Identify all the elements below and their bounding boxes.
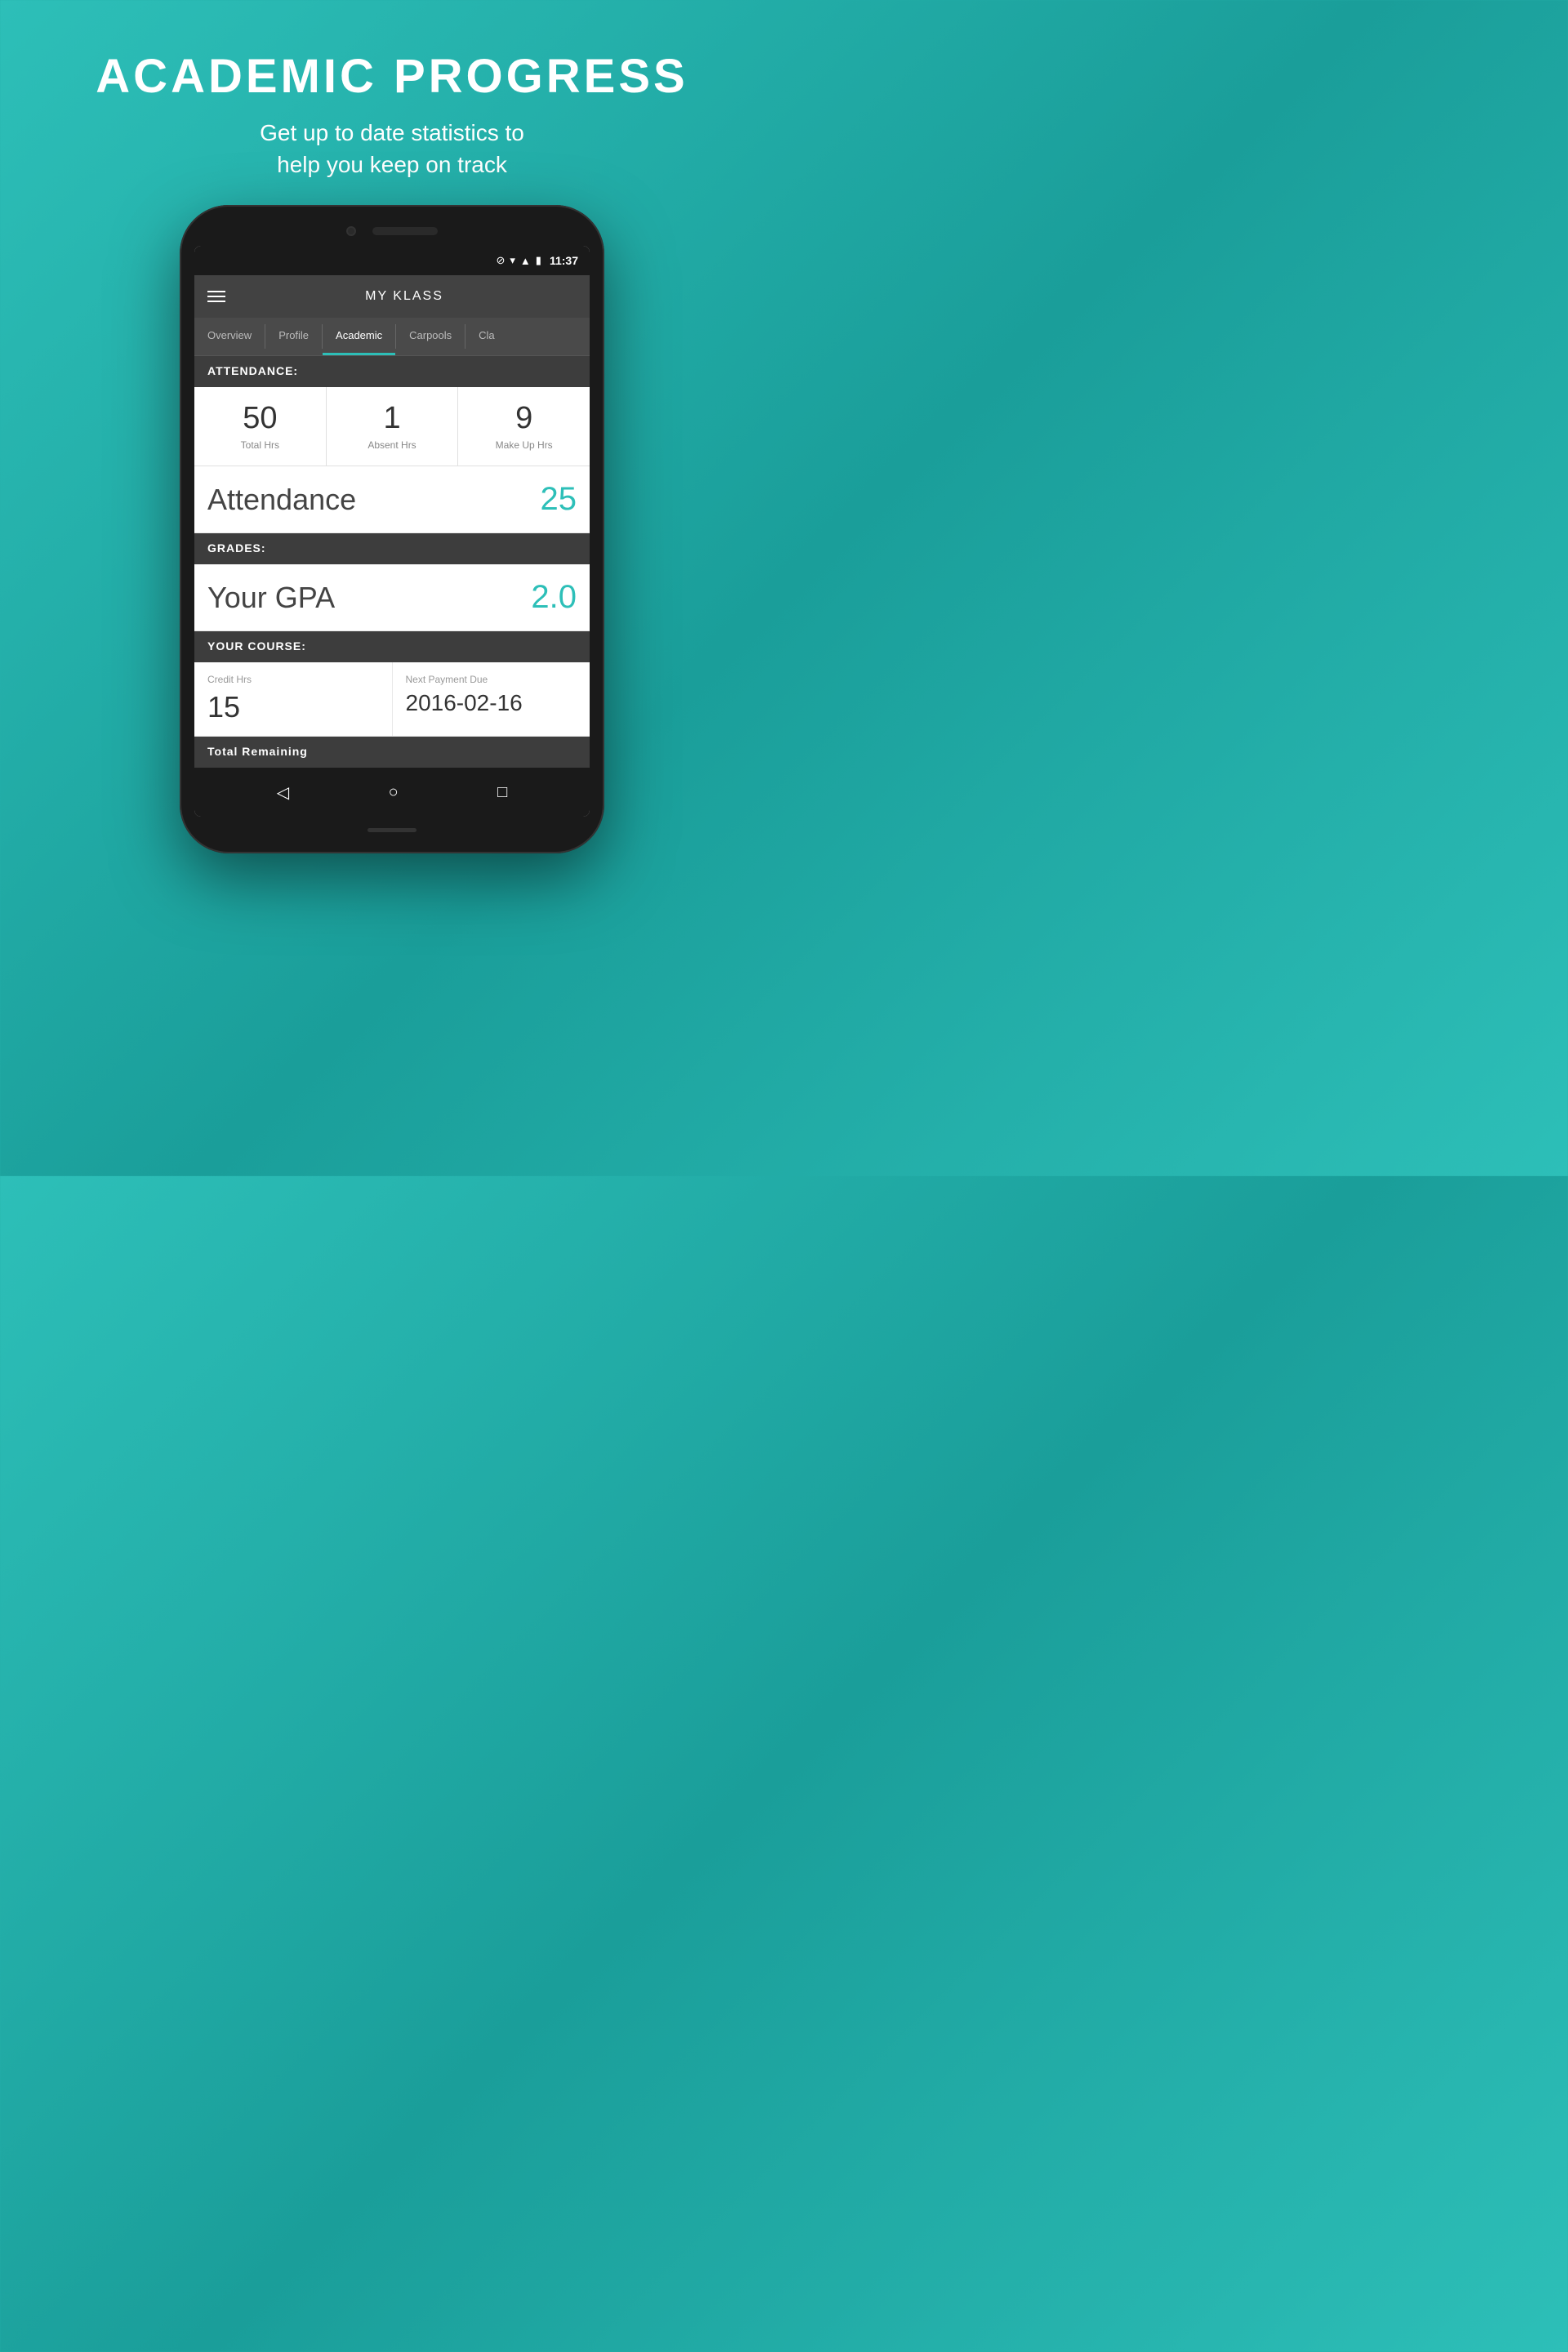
app-title: MY KLASS xyxy=(232,289,577,304)
battery-icon: ▮ xyxy=(536,254,541,267)
absent-hrs-label: Absent Hrs xyxy=(335,439,450,451)
total-hrs-label: Total Hrs xyxy=(203,439,318,451)
gpa-value: 2.0 xyxy=(531,579,577,616)
grades-section-header: GRADES: xyxy=(194,533,590,564)
course-section-header: YOUR COURSE: xyxy=(194,631,590,662)
makeup-hrs-cell: 9 Make Up Hrs xyxy=(458,387,590,466)
status-icons: ⊘ ▾ ▲ ▮ 11:37 xyxy=(496,254,578,267)
page-title: ACADEMIC PROGRESS xyxy=(96,49,688,104)
phone-speaker xyxy=(372,227,438,235)
credit-hrs-cell: Credit Hrs 15 xyxy=(194,662,393,736)
course-section: Credit Hrs 15 Next Payment Due 2016-02-1… xyxy=(194,662,590,737)
course-details-row: Credit Hrs 15 Next Payment Due 2016-02-1… xyxy=(194,662,590,737)
home-button[interactable]: ○ xyxy=(389,783,399,802)
phone-top-bar xyxy=(194,220,590,246)
tab-overview[interactable]: Overview xyxy=(194,318,265,355)
credit-hrs-value: 15 xyxy=(207,690,379,724)
content-area: ATTENDANCE: 50 Total Hrs 1 Absent Hrs 9 … xyxy=(194,356,590,768)
gpa-row: Your GPA 2.0 xyxy=(194,564,590,631)
attendance-section-header: ATTENDANCE: xyxy=(194,356,590,387)
course-header-text: YOUR COURSE: xyxy=(207,639,306,653)
phone-bottom-nav: ◁ ○ □ xyxy=(194,768,590,817)
back-button[interactable]: ◁ xyxy=(277,782,289,803)
page-header: ACADEMIC PROGRESS Get up to date statist… xyxy=(63,0,720,205)
bottom-remaining-section: Total Remaining xyxy=(194,737,590,768)
total-hrs-value: 50 xyxy=(203,402,318,436)
tab-classes[interactable]: Cla xyxy=(466,318,508,355)
attendance-stats-row: 50 Total Hrs 1 Absent Hrs 9 Make Up Hrs xyxy=(194,387,590,466)
hamburger-line-1 xyxy=(207,291,225,292)
gpa-label: Your GPA xyxy=(207,581,335,615)
wifi-icon: ▾ xyxy=(510,254,515,267)
tabs-bar: Overview Profile Academic Carpools Cla xyxy=(194,318,590,356)
makeup-hrs-value: 9 xyxy=(466,402,581,436)
makeup-hrs-label: Make Up Hrs xyxy=(466,439,581,451)
phone-screen: ⊘ ▾ ▲ ▮ 11:37 MY KLASS Overview Prof xyxy=(194,246,590,817)
tab-carpools[interactable]: Carpools xyxy=(396,318,465,355)
total-hrs-cell: 50 Total Hrs xyxy=(194,387,327,466)
hamburger-menu-icon[interactable] xyxy=(207,291,225,302)
blocked-icon: ⊘ xyxy=(496,254,505,267)
status-bar: ⊘ ▾ ▲ ▮ 11:37 xyxy=(194,246,590,275)
page-subtitle: Get up to date statistics tohelp you kee… xyxy=(96,117,688,180)
tab-academic[interactable]: Academic xyxy=(323,318,395,355)
grades-header-text: GRADES: xyxy=(207,541,266,555)
credit-hrs-sublabel: Credit Hrs xyxy=(207,674,379,685)
status-time: 11:37 xyxy=(550,254,578,267)
attendance-score-label: Attendance xyxy=(207,483,356,517)
payment-due-cell: Next Payment Due 2016-02-16 xyxy=(393,662,590,736)
recent-button[interactable]: □ xyxy=(497,783,507,802)
phone-home-indicator xyxy=(368,828,416,832)
absent-hrs-value: 1 xyxy=(335,402,450,436)
hamburger-line-2 xyxy=(207,296,225,297)
attendance-score-value: 25 xyxy=(541,481,577,518)
attendance-score-row: Attendance 25 xyxy=(194,466,590,533)
phone-shell: ⊘ ▾ ▲ ▮ 11:37 MY KLASS Overview Prof xyxy=(180,205,604,853)
tab-profile[interactable]: Profile xyxy=(265,318,322,355)
payment-value: 2016-02-16 xyxy=(406,690,577,716)
signal-icon: ▲ xyxy=(520,255,531,267)
phone-camera xyxy=(346,226,356,236)
payment-sublabel: Next Payment Due xyxy=(406,674,577,685)
phone-bottom-bar xyxy=(194,817,590,839)
attendance-header-text: ATTENDANCE: xyxy=(207,364,298,377)
bottom-remaining-text: Total Remaining xyxy=(207,745,308,758)
absent-hrs-cell: 1 Absent Hrs xyxy=(327,387,459,466)
app-header: MY KLASS xyxy=(194,275,590,318)
hamburger-line-3 xyxy=(207,301,225,302)
